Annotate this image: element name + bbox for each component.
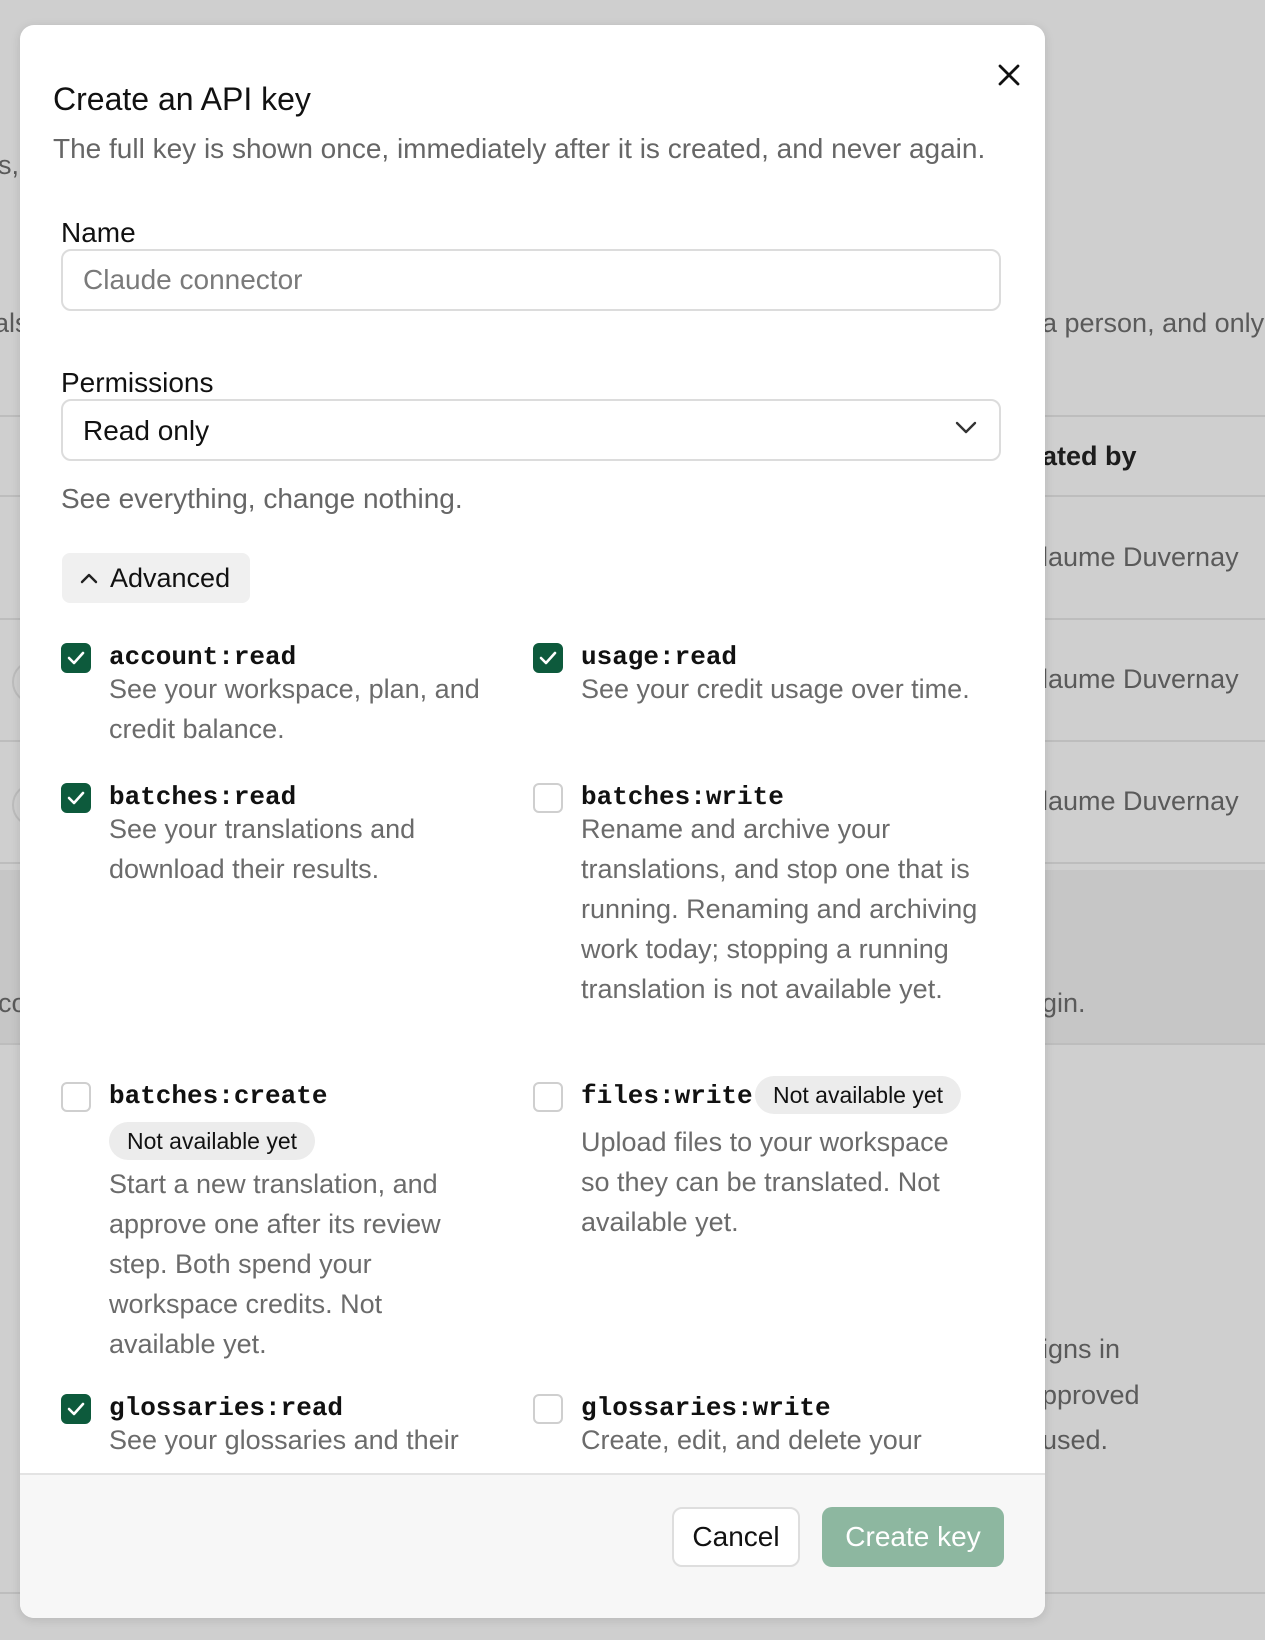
background-text: s, [0,150,20,180]
permissions-label: Permissions [61,367,214,398]
permission-description: See your glossaries and their [109,1425,459,1455]
dialog-subtitle: The full key is shown once, immediately … [53,133,986,164]
chevron-up-icon [80,573,98,584]
dialog-title: Create an API key [53,81,311,117]
background-text: used. [1042,1425,1109,1455]
background-text: igns in [1042,1334,1121,1364]
checkmark-icon [67,651,85,665]
permission-code: batches:create [109,1081,328,1111]
checkbox-account-read[interactable] [61,643,91,673]
name-input[interactable] [61,249,1001,311]
table-cell-creator: laume Duvernay [1042,786,1239,816]
table-header-created-by: ated by [1042,441,1137,471]
checkmark-icon [67,1402,85,1416]
table-cell-creator: laume Duvernay [1042,664,1239,694]
background-text: a person, and only [1042,308,1265,338]
name-label: Name [61,217,136,248]
create-api-key-dialog: Create an API key The full key is shown … [20,25,1045,1618]
close-button[interactable] [984,50,1034,100]
permissions-select[interactable]: Read only [61,399,1001,461]
permission-code: files:write [581,1081,753,1111]
checkbox-files-write[interactable] [533,1082,563,1112]
checkmark-icon [539,651,557,665]
advanced-toggle-button[interactable]: Advanced [62,553,250,603]
permissions-help-text: See everything, change nothing. [61,483,463,514]
permission-description: See your workspace, plan, and credit bal… [109,674,480,744]
permission-description: Upload files to your workspace so they c… [581,1127,949,1237]
permission-description: Create, edit, and delete your [581,1425,922,1455]
checkbox-glossaries-write[interactable] [533,1394,563,1424]
permission-description: Rename and archive your translations, an… [581,814,978,1004]
dialog-scroll-area[interactable]: Create an API key The full key is shown … [20,25,1045,1473]
checkbox-batches-read[interactable] [61,783,91,813]
checkbox-glossaries-read[interactable] [61,1394,91,1424]
permissions-select-value: Read only [83,415,210,446]
cancel-button[interactable]: Cancel [672,1507,800,1567]
background-text: pproved [1042,1380,1140,1410]
permission-description: See your translations and download their… [109,814,416,884]
dialog-footer: Cancel Create key [20,1473,1045,1618]
checkbox-usage-read[interactable] [533,643,563,673]
advanced-label: Advanced [110,563,231,593]
permission-description: Start a new translation, and approve one… [109,1169,441,1359]
create-key-button[interactable]: Create key [822,1507,1004,1567]
checkbox-batches-write[interactable] [533,783,563,813]
permission-description: See your credit usage over time. [581,674,970,704]
table-cell-creator: laume Duvernay [1042,542,1239,572]
not-available-badge: Not available yet [109,1122,316,1160]
not-available-badge: Not available yet [755,1076,962,1114]
close-icon [998,64,1020,86]
checkmark-icon [67,791,85,805]
background-text: gin. [1042,988,1086,1018]
chevron-down-icon [955,421,977,434]
checkbox-batches-create[interactable] [61,1082,91,1112]
